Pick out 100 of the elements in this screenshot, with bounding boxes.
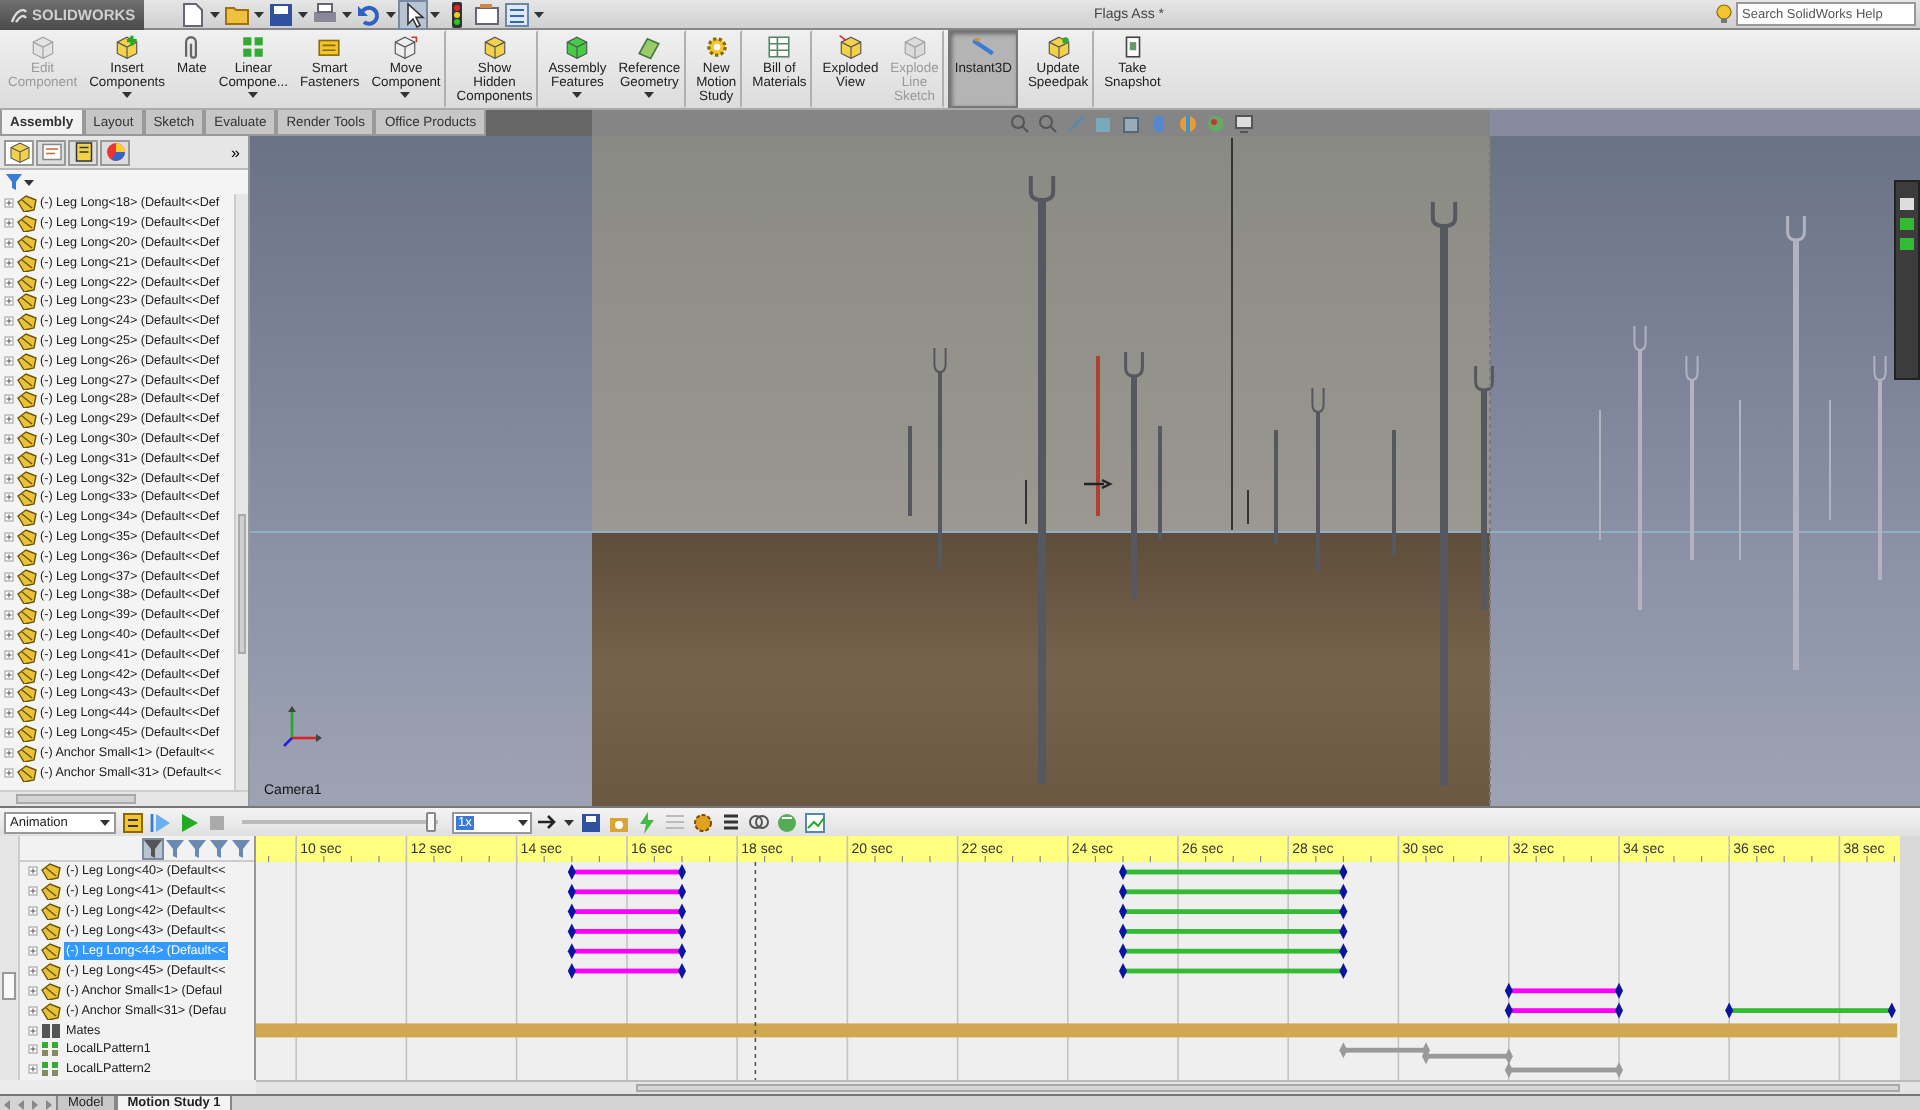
caret-icon[interactable] bbox=[644, 92, 655, 98]
expand-icon[interactable] bbox=[4, 355, 14, 366]
key-point-icon[interactable] bbox=[1119, 864, 1127, 880]
expand-icon[interactable] bbox=[4, 473, 14, 484]
expand-icon[interactable] bbox=[4, 688, 14, 699]
expand-icon[interactable] bbox=[28, 1064, 38, 1075]
caret-icon[interactable] bbox=[534, 11, 544, 17]
arrow-icon[interactable] bbox=[538, 814, 558, 830]
task-pane-tab[interactable] bbox=[1894, 180, 1920, 380]
window-icon[interactable] bbox=[474, 1, 500, 27]
play-from-start-icon[interactable] bbox=[150, 811, 172, 833]
expand-icon[interactable] bbox=[28, 906, 38, 917]
key-point-icon[interactable] bbox=[1339, 923, 1348, 940]
expand-icon[interactable] bbox=[4, 531, 14, 542]
scroll-bar[interactable] bbox=[256, 1080, 1920, 1094]
expand-icon[interactable] bbox=[28, 965, 38, 976]
key-point-icon[interactable] bbox=[1339, 963, 1348, 979]
expand-icon[interactable] bbox=[4, 375, 14, 386]
expand-icon[interactable] bbox=[28, 866, 38, 877]
key-point-icon[interactable] bbox=[1339, 943, 1348, 960]
caret-icon[interactable] bbox=[248, 92, 259, 98]
panel-tab[interactable] bbox=[4, 139, 34, 165]
caret-icon[interactable] bbox=[430, 11, 440, 17]
key-point-icon[interactable] bbox=[678, 923, 686, 940]
caret-icon[interactable] bbox=[24, 179, 34, 185]
caret-icon[interactable] bbox=[254, 11, 264, 17]
key-point-icon[interactable] bbox=[567, 883, 576, 900]
key-point-icon[interactable] bbox=[567, 923, 576, 940]
caret-icon[interactable] bbox=[386, 11, 396, 17]
expand-icon[interactable] bbox=[4, 277, 14, 288]
save-icon[interactable] bbox=[268, 1, 294, 27]
caret-icon[interactable] bbox=[564, 819, 574, 825]
expand-icon[interactable] bbox=[4, 335, 14, 346]
expand-icon[interactable] bbox=[4, 198, 14, 209]
key-point-icon[interactable] bbox=[1339, 864, 1348, 880]
scroll-bar[interactable] bbox=[0, 790, 248, 806]
expand-icon[interactable] bbox=[28, 946, 38, 956]
expand-icon[interactable] bbox=[4, 257, 14, 268]
expand-icon[interactable] bbox=[28, 1044, 38, 1055]
key-point-icon[interactable] bbox=[1504, 982, 1513, 999]
expand-icon[interactable] bbox=[4, 708, 14, 719]
pointer-icon[interactable] bbox=[400, 1, 426, 27]
key-point-icon[interactable] bbox=[1119, 943, 1127, 960]
calculator-icon[interactable] bbox=[122, 811, 144, 833]
key-point-icon[interactable] bbox=[1119, 923, 1127, 940]
expand-icon[interactable] bbox=[4, 453, 14, 464]
key-point-icon[interactable] bbox=[1504, 1002, 1513, 1019]
key-point-icon[interactable] bbox=[678, 883, 686, 900]
caret-icon[interactable] bbox=[518, 819, 528, 825]
expand-icon[interactable] bbox=[4, 433, 14, 444]
key-point-icon[interactable] bbox=[678, 903, 686, 920]
expand-icon[interactable] bbox=[28, 985, 38, 996]
key-point-icon[interactable] bbox=[567, 864, 576, 880]
panel-tab[interactable] bbox=[100, 139, 130, 165]
expand-icon[interactable] bbox=[4, 316, 14, 327]
caret-icon[interactable] bbox=[342, 11, 352, 17]
expand-icon[interactable] bbox=[4, 237, 14, 248]
key-point-icon[interactable] bbox=[1339, 903, 1348, 920]
printer-icon[interactable] bbox=[312, 1, 338, 27]
scroll-bar[interactable] bbox=[0, 836, 20, 1080]
key-point-icon[interactable] bbox=[1119, 903, 1127, 920]
bars-icon[interactable] bbox=[720, 811, 742, 833]
time-bar-line[interactable] bbox=[754, 861, 757, 1080]
key-point-icon[interactable] bbox=[567, 943, 576, 960]
key-point-icon[interactable] bbox=[1615, 1002, 1623, 1019]
key-point-icon[interactable] bbox=[678, 864, 686, 880]
filter-icon[interactable] bbox=[144, 839, 162, 857]
more-tabs-button[interactable]: » bbox=[227, 143, 244, 161]
list-icon[interactable] bbox=[504, 1, 530, 27]
chart-icon[interactable] bbox=[804, 811, 826, 833]
key-point-icon[interactable] bbox=[1119, 883, 1127, 900]
key-point-icon[interactable] bbox=[1615, 982, 1623, 999]
key-point-icon[interactable] bbox=[1339, 883, 1348, 900]
key-point-icon[interactable] bbox=[1887, 1002, 1896, 1019]
expand-icon[interactable] bbox=[4, 629, 14, 640]
stop-icon[interactable] bbox=[206, 811, 228, 833]
caret-icon[interactable] bbox=[572, 92, 583, 98]
key-point-icon[interactable] bbox=[1725, 1002, 1734, 1019]
expand-icon[interactable] bbox=[28, 926, 38, 937]
magnifier-icon[interactable] bbox=[1038, 113, 1058, 133]
gear-icon[interactable] bbox=[692, 811, 714, 833]
expand-icon[interactable] bbox=[4, 394, 14, 405]
key-point-icon[interactable] bbox=[567, 903, 576, 920]
key-point-icon[interactable] bbox=[678, 943, 686, 960]
filter-icon[interactable] bbox=[6, 174, 22, 190]
expand-icon[interactable] bbox=[4, 571, 14, 582]
monitor-icon[interactable] bbox=[1234, 113, 1254, 133]
key-point-icon[interactable] bbox=[1119, 963, 1127, 979]
expand-icon[interactable] bbox=[4, 747, 14, 758]
expand-icon[interactable] bbox=[4, 492, 14, 503]
panel-tab[interactable] bbox=[68, 139, 98, 165]
expand-icon[interactable] bbox=[4, 590, 14, 601]
expand-icon[interactable] bbox=[4, 218, 14, 229]
expand-icon[interactable] bbox=[28, 1005, 38, 1016]
key-point-icon[interactable] bbox=[678, 963, 686, 979]
caret-icon[interactable] bbox=[298, 11, 308, 17]
key-point-icon[interactable] bbox=[567, 963, 576, 979]
expand-icon[interactable] bbox=[4, 512, 14, 523]
expand-icon[interactable] bbox=[4, 767, 14, 777]
expand-icon[interactable] bbox=[4, 296, 14, 307]
